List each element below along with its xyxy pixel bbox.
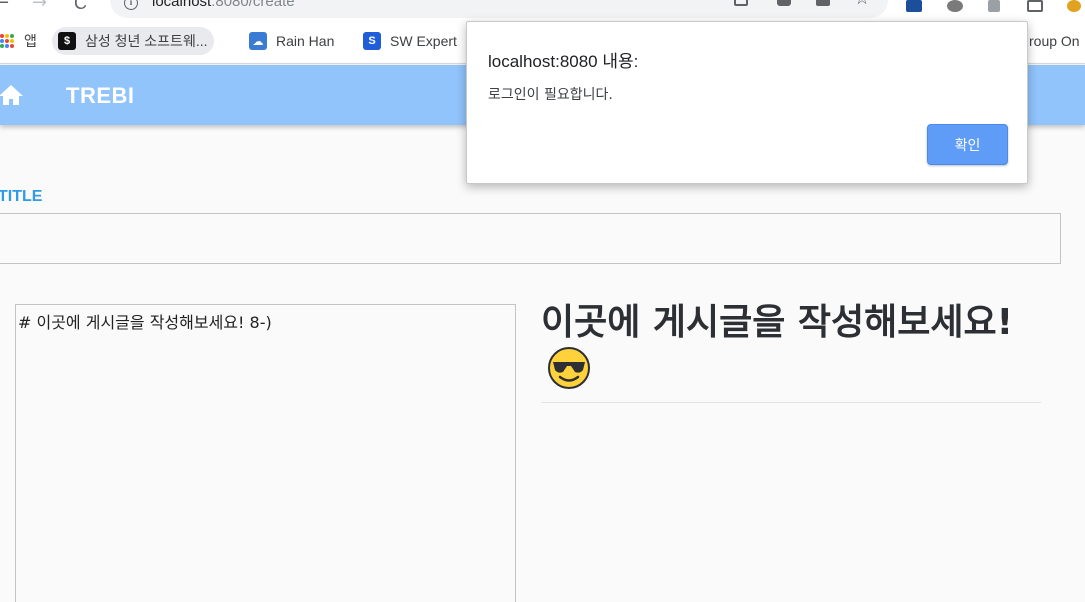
bookmark-rain-han[interactable]: ☁ Rain Han [243, 27, 340, 55]
bookmark-label: 삼성 청년 소프트웨... [85, 33, 208, 49]
preview-heading: 이곳에 게시글을 작성해보세요! [541, 300, 1041, 403]
preview-heading-text: 이곳에 게시글을 작성해보세요! [541, 302, 1014, 343]
cloud-icon: ☁ [249, 32, 267, 50]
bookmark-group-on[interactable]: roup On [1023, 27, 1085, 55]
bookmark-ssafy[interactable]: $ 삼성 청년 소프트웨... [52, 27, 214, 55]
window-icon[interactable] [1027, 0, 1043, 12]
ok-button[interactable]: 확인 [927, 124, 1008, 165]
apps-grid-icon [0, 34, 14, 48]
title-label: TITLE [0, 188, 43, 205]
back-icon[interactable]: ← [0, 0, 9, 12]
bee-icon[interactable] [1067, 0, 1081, 12]
markdown-editor[interactable]: # 이곳에 게시글을 작성해보세요! 8-) [15, 304, 516, 602]
bookmark-label: Rain Han [276, 33, 335, 49]
browser-toolbar: ← → C i localhost:8080/create ☆ [0, 0, 1085, 18]
info-icon[interactable]: i [124, 0, 138, 10]
camera-blocked-icon[interactable] [734, 0, 748, 6]
dialog-title: localhost:8080 내용: [488, 52, 639, 71]
sunglasses-emoji-icon [548, 347, 590, 389]
url-host: localhost [152, 0, 212, 10]
people-icon[interactable] [988, 0, 1000, 12]
url-path: :8080/create [211, 0, 295, 10]
dialog-message: 로그인이 필요합니다. [488, 87, 613, 103]
bookmark-label: roup On [1029, 33, 1080, 49]
translate-icon[interactable] [816, 0, 830, 6]
brand-logo[interactable]: TREBI [66, 83, 135, 109]
reload-icon[interactable]: C [74, 0, 87, 12]
extension-icon[interactable] [906, 0, 922, 12]
swea-icon: S [363, 32, 381, 50]
address-bar[interactable]: i localhost:8080/create ☆ [110, 0, 888, 18]
markdown-preview: 이곳에 게시글을 작성해보세요! [541, 300, 1041, 403]
title-input[interactable] [0, 213, 1061, 264]
key-icon[interactable] [777, 0, 791, 6]
home-icon[interactable] [0, 84, 24, 106]
settings-extension-icon[interactable] [947, 0, 963, 12]
bookmark-label: 앱 [24, 33, 37, 49]
bookmark-apps[interactable]: 앱 [0, 27, 43, 55]
alert-dialog: localhost:8080 내용: 로그인이 필요합니다. 확인 [466, 21, 1028, 184]
bookmark-label: SW Expert [390, 33, 457, 49]
url-text: localhost:8080/create [152, 0, 295, 10]
bookmark-sw-expert[interactable]: S SW Expert [357, 27, 463, 55]
star-icon[interactable]: ☆ [854, 0, 870, 8]
forward-icon[interactable]: → [32, 0, 47, 12]
terminal-icon: $ [58, 32, 76, 50]
